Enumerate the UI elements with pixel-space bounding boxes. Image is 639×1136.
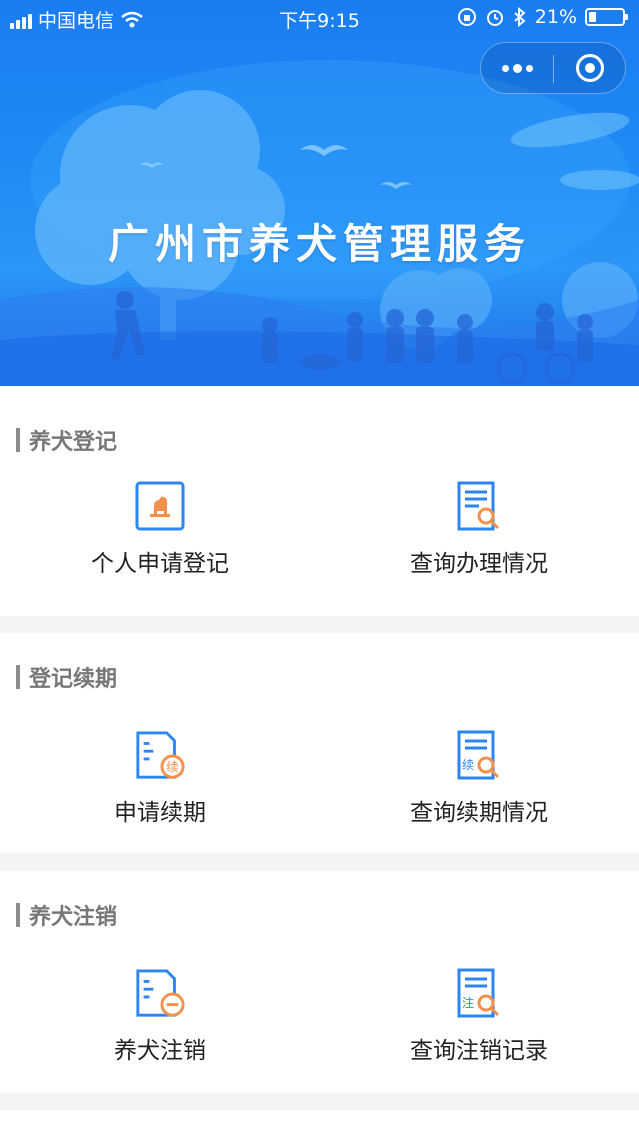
item-label: 查询办理情况 xyxy=(410,551,548,577)
section-next-partial xyxy=(0,1110,639,1136)
section-dog-registration: 养犬登记 个人申请登记 查询办理情况 xyxy=(0,386,639,616)
section-title: 养犬登记 xyxy=(16,428,117,455)
alarm-icon xyxy=(486,10,503,26)
section-title-text: 登记续期 xyxy=(29,667,118,692)
cancel-registration-button[interactable]: 养犬注销 xyxy=(30,967,290,1077)
target-close-icon[interactable] xyxy=(554,43,626,93)
section-renewal: 登记续期 续 申请续期 续 查询续期情况 xyxy=(0,633,639,853)
query-cancel-record-button[interactable]: 注 查询注销记录 xyxy=(349,967,609,1077)
renew-document-icon: 续 xyxy=(136,731,185,779)
item-label: 查询续期情况 xyxy=(410,800,548,826)
section-cancellation: 养犬注销 养犬注销 注 查询注销记录 xyxy=(0,871,639,1093)
apply-renewal-button[interactable]: 续 申请续期 xyxy=(30,729,290,839)
search-renew-icon: 续 xyxy=(457,730,500,780)
bluetooth-icon xyxy=(514,7,526,27)
cancel-badge: 注 xyxy=(462,995,474,1010)
status-bar: 中国电信 下午9:15 21% xyxy=(0,0,639,36)
section-title-bar xyxy=(16,665,20,689)
cancel-document-icon xyxy=(136,969,185,1017)
query-renewal-button[interactable]: 续 查询续期情况 xyxy=(349,729,609,839)
item-label: 养犬注销 xyxy=(114,1038,206,1064)
section-title-bar xyxy=(16,428,20,452)
section-title: 养犬注销 xyxy=(16,903,117,930)
banner-title: 广州市养犬管理服务 xyxy=(108,220,531,268)
item-label: 个人申请登记 xyxy=(91,551,229,577)
status-right: 21% xyxy=(457,6,628,28)
item-label: 查询注销记录 xyxy=(410,1038,548,1064)
more-dots-icon[interactable] xyxy=(481,43,553,93)
item-label: 申请续期 xyxy=(114,800,206,826)
personal-register-button[interactable]: 个人申请登记 xyxy=(30,480,290,590)
battery-percent: 21% xyxy=(534,6,577,28)
section-title-text: 养犬注销 xyxy=(29,905,118,930)
orientation-lock-icon xyxy=(457,8,476,26)
battery-icon xyxy=(585,8,628,26)
section-title-text: 养犬登记 xyxy=(29,430,118,455)
search-cancel-icon: 注 xyxy=(457,968,500,1018)
renew-badge: 续 xyxy=(166,759,179,774)
dog-register-icon xyxy=(135,481,185,531)
search-document-icon xyxy=(457,481,500,531)
section-title-bar xyxy=(16,903,20,927)
battery-fill xyxy=(589,12,596,22)
miniprogram-capsule xyxy=(480,42,626,94)
query-status-button[interactable]: 查询办理情况 xyxy=(349,480,609,590)
section-title: 登记续期 xyxy=(16,665,117,692)
renew-badge: 续 xyxy=(462,758,474,772)
